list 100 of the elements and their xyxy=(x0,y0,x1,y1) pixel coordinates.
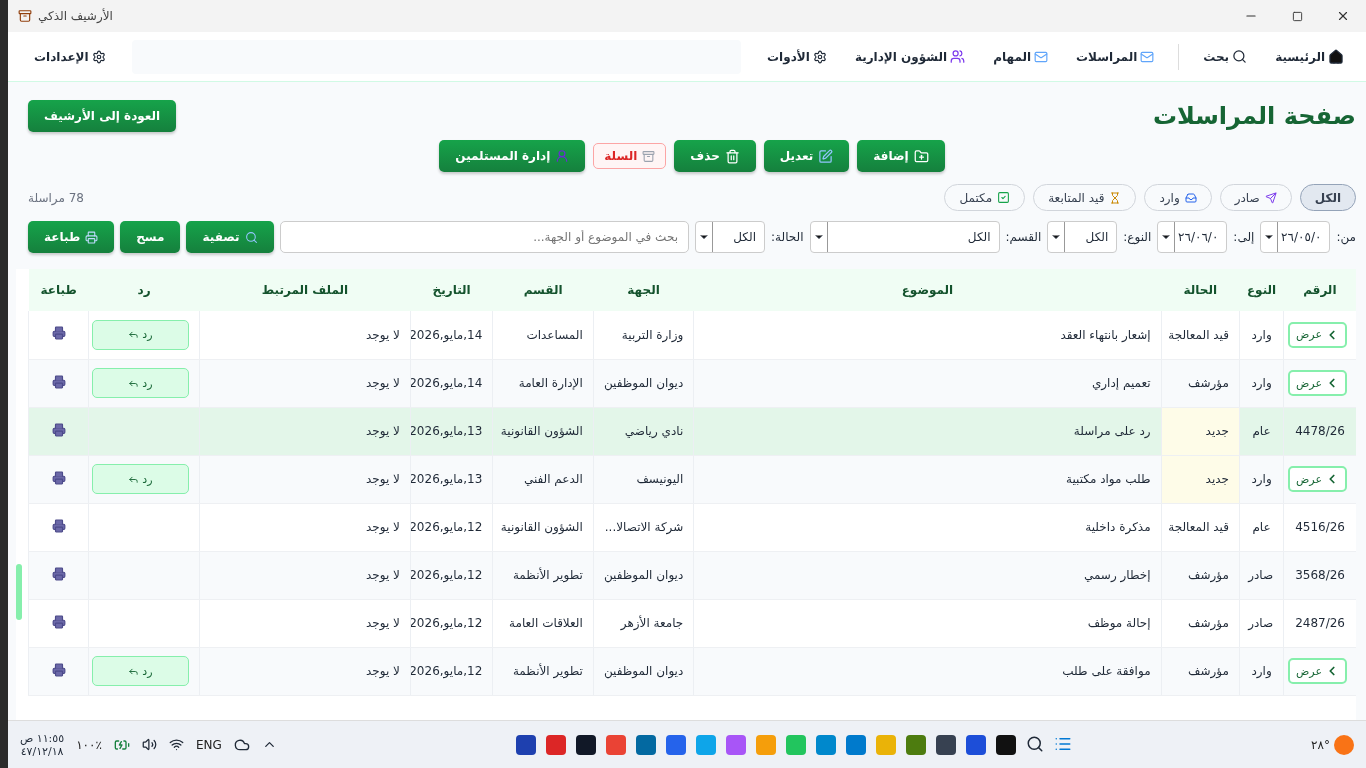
table-cell: إشعار بانتهاء العقد xyxy=(1060,327,1151,342)
home-icon xyxy=(1328,48,1344,65)
table-cell: شركة الاتصالا... xyxy=(604,520,684,534)
view-button[interactable]: عرض xyxy=(1288,466,1347,492)
table-cell: 4516/26 xyxy=(1295,520,1345,534)
printer-icon[interactable] xyxy=(51,518,66,533)
trash-icon xyxy=(724,148,740,164)
filter-label: إلى: xyxy=(1233,230,1255,244)
table-cell: 2487/26 xyxy=(1295,616,1345,630)
filter-label: من: xyxy=(1336,230,1356,244)
table-cell: مذكرة داخلية xyxy=(1085,520,1151,534)
filter-chip[interactable]: صادر xyxy=(1219,184,1292,211)
search-icon[interactable] xyxy=(1025,734,1044,753)
nav-item[interactable]: الشؤون الإدارية xyxy=(842,43,978,70)
nav-item[interactable]: الأدوات xyxy=(755,43,839,70)
filter-button[interactable]: تصفية xyxy=(186,221,274,253)
table-cell: ديوان الموظفين xyxy=(603,664,684,678)
table-cell: عام xyxy=(1252,424,1271,438)
reply-button[interactable]: رد xyxy=(91,464,189,494)
app-icon[interactable] xyxy=(995,734,1016,755)
printer-icon[interactable] xyxy=(51,326,66,341)
printer-icon[interactable] xyxy=(51,662,66,677)
print-button[interactable]: طباعة xyxy=(28,221,115,253)
scroll-thumb[interactable] xyxy=(16,564,22,620)
trash-button[interactable]: السلة xyxy=(593,143,667,169)
table-cell: جامعة الأزهر xyxy=(620,616,684,630)
printer-icon[interactable] xyxy=(51,614,66,629)
edit-button[interactable]: تعديل xyxy=(763,140,850,172)
table-cell: وارد xyxy=(1251,664,1272,678)
view-button[interactable]: عرض xyxy=(1288,321,1347,348)
table-cell: لا يوجد xyxy=(366,472,400,486)
filter-label: القسم: xyxy=(1005,230,1042,244)
app-icon[interactable] xyxy=(575,734,596,755)
nav-item[interactable]: بحث xyxy=(1191,43,1260,70)
record-count: 78 مراسلة xyxy=(28,190,84,205)
printer-icon[interactable] xyxy=(51,422,66,437)
filter-chip[interactable]: قيد المتابعة xyxy=(1033,184,1137,211)
table-cell: لا يوجد xyxy=(366,616,400,630)
language-indicator[interactable]: ENG xyxy=(195,737,222,752)
table-cell: تعميم إداري xyxy=(1091,376,1151,390)
dropdown-field[interactable]: ٢٦/٠٦/٠ xyxy=(1157,221,1228,253)
dropdown-field[interactable]: الكل xyxy=(809,221,1000,253)
clear-button[interactable]: مسح xyxy=(120,221,181,253)
reply-icon xyxy=(128,329,140,341)
filter-chip[interactable]: وارد xyxy=(1144,184,1212,211)
settings-nav-item[interactable]: الإعدادات xyxy=(22,43,118,70)
status-text: قيد المعالجة xyxy=(1168,327,1229,342)
maximize-icon xyxy=(1291,10,1303,22)
printer-icon[interactable] xyxy=(51,374,66,389)
column-header: الحالة xyxy=(1161,269,1240,311)
column-header: رد xyxy=(88,269,200,311)
view-button[interactable]: عرض xyxy=(1288,370,1347,396)
app-icon[interactable] xyxy=(515,734,536,755)
status-text: مؤرشف xyxy=(1188,376,1229,390)
dropdown-field[interactable]: الكل xyxy=(1047,221,1118,253)
temperature: ٢٨° xyxy=(1311,737,1330,752)
table-cell: 12,مايو,2026 xyxy=(411,616,483,630)
recipients-button[interactable]: إدارة المستلمين xyxy=(439,140,586,172)
table-cell: وارد xyxy=(1251,376,1272,390)
view-button[interactable]: عرض xyxy=(1288,658,1347,684)
column-header: الموضوع xyxy=(693,269,1162,311)
status-text: مؤرشف xyxy=(1188,616,1229,630)
dropdown-field[interactable]: الكل xyxy=(695,221,765,253)
reply-button[interactable]: رد xyxy=(91,656,189,686)
app-icon[interactable] xyxy=(965,734,986,755)
search-icon xyxy=(244,230,258,244)
table-cell: لا يوجد xyxy=(366,664,400,678)
table-cell: 14,مايو,2026 xyxy=(411,327,483,342)
table-cell: الدعم الفني xyxy=(523,472,583,486)
delete-button[interactable]: حذف xyxy=(674,140,756,172)
filter-chip[interactable]: الكل xyxy=(1299,184,1356,211)
filter-chip[interactable]: مكتمل xyxy=(944,184,1026,211)
dropdown-field[interactable]: ٢٦/٠٥/٠ xyxy=(1260,221,1331,253)
printer-icon[interactable] xyxy=(51,470,66,485)
search-icon xyxy=(1232,49,1248,64)
reply-button[interactable]: رد xyxy=(91,368,189,398)
app-icon[interactable] xyxy=(935,734,956,755)
nav-item[interactable]: المهام xyxy=(981,43,1061,70)
folder-plus-icon xyxy=(913,148,929,164)
check-icon xyxy=(997,191,1011,204)
table-cell: لا يوجد xyxy=(366,520,400,534)
add-button[interactable]: إضافة xyxy=(857,140,945,172)
table-cell: المساعدات xyxy=(526,327,583,342)
printer-icon[interactable] xyxy=(51,566,66,581)
status-text: جديد xyxy=(1205,424,1229,438)
table-cell: العلاقات العامة xyxy=(509,616,583,630)
table-cell: 3568/26 xyxy=(1295,568,1345,582)
table-cell: عام xyxy=(1252,520,1271,534)
table-cell: نادي رياضي xyxy=(624,424,684,438)
printer-icon xyxy=(85,230,99,244)
back-button[interactable]: العودة إلى الأرشيف xyxy=(28,100,177,132)
reply-button[interactable]: رد xyxy=(91,319,189,350)
volume-icon[interactable] xyxy=(141,737,157,752)
wifi-icon[interactable] xyxy=(168,737,184,752)
column-header: الملف المرتبط xyxy=(199,269,411,311)
column-header: طباعة xyxy=(28,269,89,311)
table-cell: تطوير الأنظمة xyxy=(512,568,583,582)
table-cell: لا يوجد xyxy=(366,568,400,582)
nav-item[interactable]: الرئيسية xyxy=(1263,42,1356,71)
nav-item[interactable]: المراسلات xyxy=(1064,43,1167,70)
